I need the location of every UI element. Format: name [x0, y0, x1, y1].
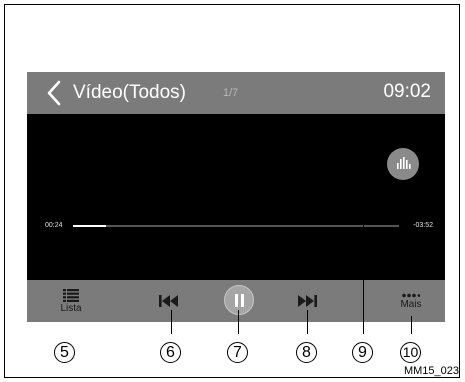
track-counter: 1/7: [223, 87, 239, 99]
skip-previous-icon: [159, 295, 178, 307]
equalizer-icon: [397, 157, 411, 169]
callout-7: 7: [227, 342, 248, 363]
remaining-time: -03:52: [413, 222, 433, 229]
list-label: Lista: [60, 302, 82, 314]
pause-button[interactable]: [224, 285, 254, 315]
video-area[interactable]: 00:24 -03:52: [27, 114, 445, 280]
control-bar: Lista Mais: [27, 280, 445, 322]
previous-button[interactable]: [155, 280, 183, 322]
callout-8: 8: [296, 342, 317, 363]
leader-line-7: [238, 310, 239, 334]
leader-line-8: [307, 310, 308, 334]
back-icon[interactable]: [43, 78, 67, 108]
leader-line-10: [411, 316, 412, 334]
callout-10: 10: [400, 342, 421, 363]
callout-6: 6: [160, 342, 181, 363]
list-icon: [63, 288, 79, 302]
callout-9: 9: [352, 342, 373, 363]
leader-line-9: [363, 162, 364, 334]
progress-bar[interactable]: [73, 225, 399, 227]
equalizer-button[interactable]: [387, 148, 419, 180]
leader-line-6: [171, 310, 172, 334]
head-unit-screen: Vídeo(Todos) 1/7 09:02 00:24 -03:52 List…: [27, 72, 445, 322]
skip-next-icon: [298, 295, 317, 307]
list-button[interactable]: Lista: [51, 280, 91, 322]
progress-fill: [73, 225, 106, 227]
dots-icon: [402, 293, 420, 297]
elapsed-time: 00:24: [45, 222, 63, 229]
clock: 09:02: [383, 81, 431, 102]
more-label: Mais: [400, 298, 422, 310]
callout-5: 5: [54, 342, 75, 363]
page-title: Vídeo(Todos): [73, 82, 187, 103]
header-bar: Vídeo(Todos) 1/7 09:02: [27, 72, 445, 114]
figure-code: MM15_023: [403, 365, 459, 377]
